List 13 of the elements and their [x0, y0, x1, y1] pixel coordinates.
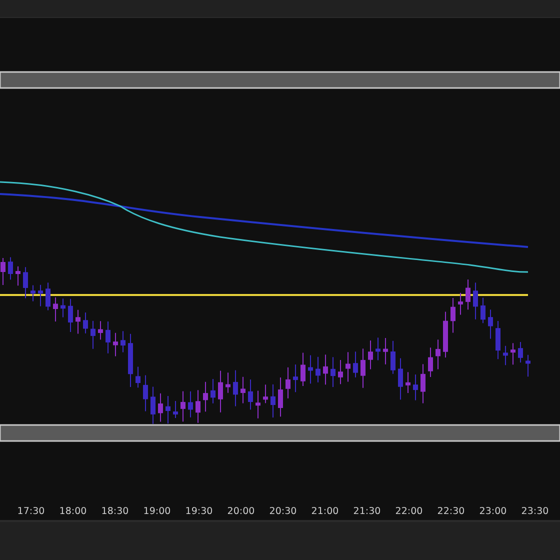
- time-label: 21:30: [352, 505, 382, 519]
- time-label: 22:30: [436, 505, 466, 519]
- time-label: 21:00: [310, 505, 340, 519]
- time-label: 22:00: [394, 505, 424, 519]
- time-label: 19:00: [142, 505, 172, 519]
- time-label: 20:30: [268, 505, 298, 519]
- time-label: 23:00: [478, 505, 508, 519]
- time-label: 18:30: [100, 505, 130, 519]
- time-label: 19:30: [184, 505, 214, 519]
- time-label: 17:30: [16, 505, 46, 519]
- time-label: 23:30: [520, 505, 550, 519]
- time-label: 20:00: [226, 505, 256, 519]
- time-label: 18:00: [58, 505, 88, 519]
